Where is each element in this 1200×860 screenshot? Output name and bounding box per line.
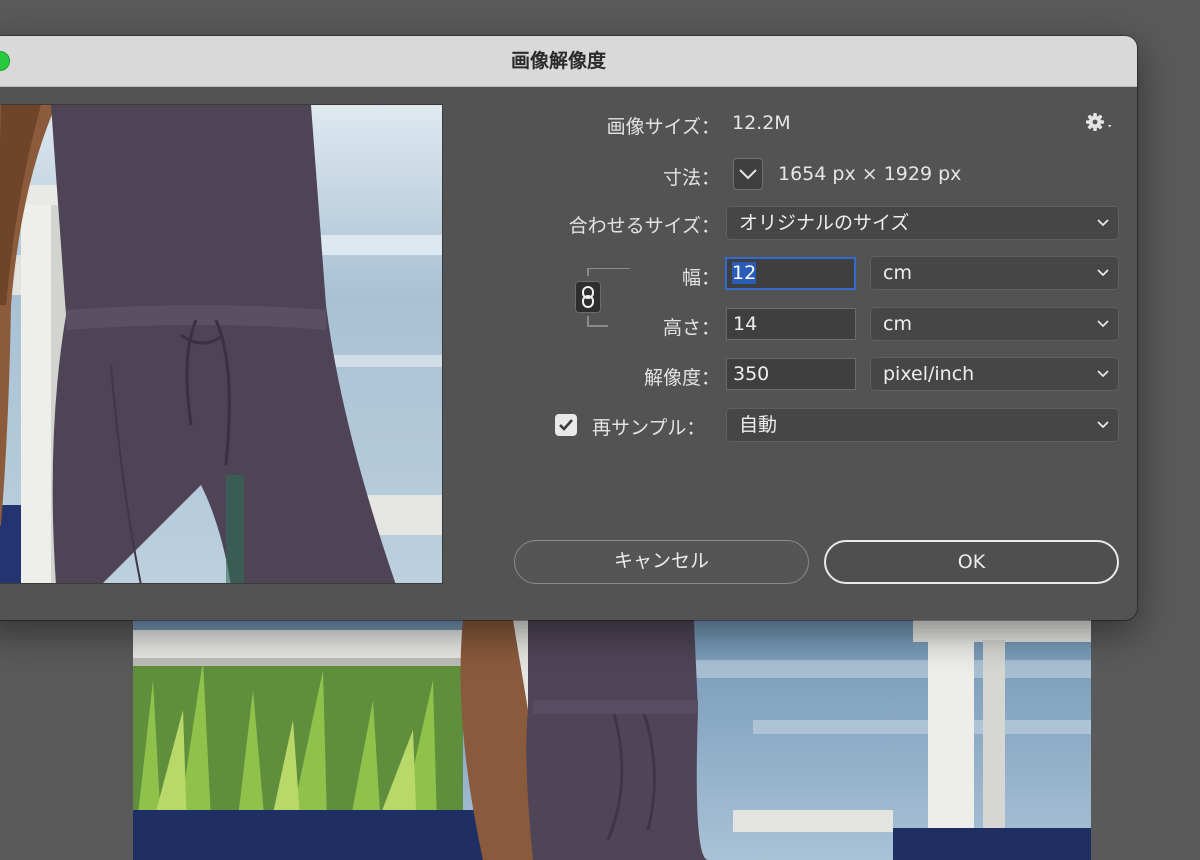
fit-to-select[interactable]: オリジナルのサイズ [726,206,1119,240]
width-value: 12 [732,262,757,284]
resolution-unit: pixel/inch [883,363,975,385]
fit-to-label: 合わせるサイズ： [568,215,720,237]
image-size-dialog: 画像解像度 画像サイズ： 12.2M 寸法： 1654 px × 1929 px… [0,36,1137,620]
height-input[interactable]: 14 [726,308,856,340]
resolution-input[interactable]: 350 [726,358,856,390]
chevron-down-icon [1097,421,1109,429]
height-label: 高さ： [662,317,720,339]
fit-to-selected: オリジナルのサイズ [739,212,910,234]
dialog-title: 画像解像度 [510,50,606,72]
resolution-value: 350 [733,363,770,385]
ok-button[interactable]: OK [824,540,1119,584]
resample-method-select[interactable]: 自動 [726,408,1119,442]
resample-label: 再サンプル： [592,417,706,439]
image-size-value: 12.2M [732,112,791,134]
width-unit-select[interactable]: cm [870,256,1119,290]
chevron-down-icon [1097,320,1109,328]
settings-gear-button[interactable] [1083,110,1117,136]
width-unit: cm [883,262,912,284]
resolution-unit-select[interactable]: pixel/inch [870,357,1119,391]
title-bar[interactable]: 画像解像度 [0,36,1137,87]
height-unit: cm [883,313,912,335]
chain-link-icon [582,286,594,308]
width-input[interactable]: 12 [725,257,856,290]
resample-method: 自動 [739,414,778,436]
checkmark-icon [559,419,573,431]
dimensions-unit-dropdown[interactable] [733,158,763,190]
gear-icon [1086,113,1112,131]
dimensions-label: 寸法： [662,167,720,189]
chevron-down-icon [1097,269,1109,277]
canvas-photo [133,600,1091,860]
width-label: 幅： [681,267,720,289]
resample-checkbox[interactable] [555,414,577,436]
chevron-down-icon [1097,370,1109,378]
image-size-label: 画像サイズ： [606,116,720,138]
image-preview[interactable] [0,104,443,584]
height-value: 14 [733,313,758,335]
height-unit-select[interactable]: cm [870,307,1119,341]
chevron-down-icon [739,169,757,180]
resolution-label: 解像度： [643,367,720,389]
constrain-proportions-button[interactable] [575,281,601,313]
dimensions-value: 1654 px × 1929 px [778,163,962,185]
cancel-button[interactable]: キャンセル [514,540,809,584]
chevron-down-icon [1097,219,1109,227]
